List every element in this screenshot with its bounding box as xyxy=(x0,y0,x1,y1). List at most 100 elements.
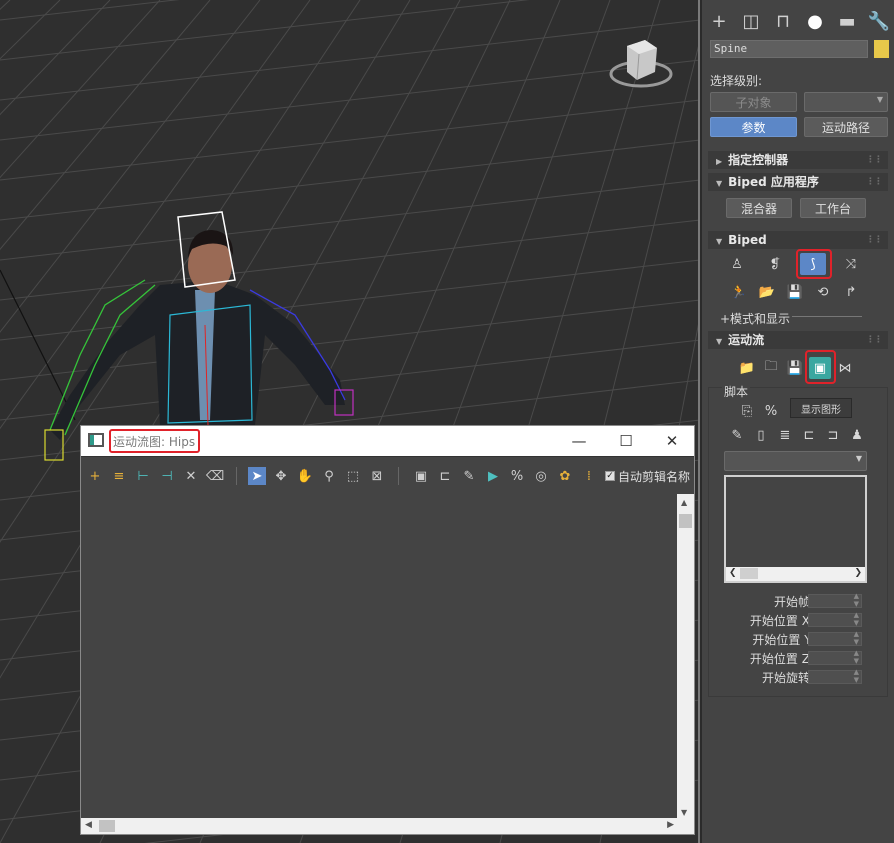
start-frame-spinner[interactable]: ▲ ▼ xyxy=(808,592,862,608)
mixer-button[interactable]: 混合器 xyxy=(726,198,792,218)
script-dropdown[interactable]: ▼ xyxy=(724,451,867,471)
grip-icon: ⋮⋮ xyxy=(866,335,883,345)
pan-hand-icon[interactable]: ✋ xyxy=(296,467,314,485)
define-script-icon[interactable]: ⎘ xyxy=(736,400,758,422)
display-icon[interactable]: ▬ xyxy=(832,4,862,38)
pen-icon[interactable]: ✎ xyxy=(726,424,748,446)
modes-display-toggle[interactable]: +模式和显示 xyxy=(720,310,790,327)
highlight-motion-flow-mode xyxy=(796,249,832,279)
scroll-right-icon[interactable]: ▶ xyxy=(667,820,674,830)
motion-flow-window[interactable]: 运动流图: Hips — ☐ ✕ + ≡ ⊢ ⊣ ✕ ⌫ ➤ ✥ ✋ ⚲ ⬚ ⊠… xyxy=(80,425,695,835)
vertical-scroll-thumb[interactable] xyxy=(679,514,692,528)
motion-icon[interactable]: ● xyxy=(800,4,830,38)
list-icon[interactable]: ≣ xyxy=(774,424,796,446)
collapse-arrow-icon: ▼ xyxy=(716,337,723,346)
select-icon[interactable]: ➤ xyxy=(248,467,266,485)
scroll-up-icon[interactable]: ▲ xyxy=(681,498,687,507)
delete-clip-icon[interactable]: ✕ xyxy=(182,467,200,485)
zoom-icon[interactable]: ⚲ xyxy=(320,467,338,485)
edit-script-icon[interactable]: ✎ xyxy=(460,467,478,485)
save-icon[interactable]: ▣ xyxy=(412,467,430,485)
zoom-region-icon[interactable]: ⬚ xyxy=(344,467,362,485)
start-frame-label: 开始帧: xyxy=(773,595,814,609)
scroll-right-icon[interactable]: ❯ xyxy=(854,568,862,578)
load-file-icon[interactable]: 📁 xyxy=(736,357,758,379)
viewcube[interactable] xyxy=(605,36,677,96)
listbox-scroll-thumb[interactable] xyxy=(740,568,758,579)
horizontal-scroll-thumb[interactable] xyxy=(99,820,115,832)
document-icon[interactable]: ▯ xyxy=(750,424,772,446)
horizontal-scrollbar[interactable]: ◀ ▶ xyxy=(81,818,694,834)
start-pos-x-label: 开始位置 X: xyxy=(749,614,814,628)
trajectories-button[interactable]: 运动路径 xyxy=(804,117,888,137)
collapse-arrow-icon: ▼ xyxy=(716,179,723,188)
move-icon[interactable]: ✥ xyxy=(272,467,290,485)
selection-level-label: 选择级别: xyxy=(710,74,763,88)
show-scale-icon[interactable]: ⁞ xyxy=(580,467,598,485)
convert-icon[interactable]: ⟲ xyxy=(810,281,836,303)
divider xyxy=(792,316,862,317)
start-pos-y-spinner[interactable]: ▲ ▼ xyxy=(808,630,862,646)
percent-icon[interactable]: % xyxy=(508,467,526,485)
perspective-viewport[interactable]: 运动流图: Hips — ☐ ✕ + ≡ ⊢ ⊣ ✕ ⌫ ➤ ✥ ✋ ⚲ ⬚ ⊠… xyxy=(0,0,700,843)
edit-transition-icon[interactable]: ⊐ xyxy=(822,424,844,446)
rollout-assign-controller[interactable]: ▶ 指定控制器 ⋮⋮ xyxy=(708,151,888,169)
move-all-mode-icon[interactable]: ↱ xyxy=(838,281,864,303)
rollout-title: 运动流 xyxy=(728,333,765,347)
sub-object-button[interactable]: 子对象 xyxy=(710,92,797,112)
scroll-down-icon[interactable]: ▼ xyxy=(681,808,687,817)
scroll-left-icon[interactable]: ◀ xyxy=(85,820,92,830)
modify-icon[interactable]: ◫ xyxy=(736,4,766,38)
vertical-scrollbar[interactable]: ▲ ▼ xyxy=(677,494,694,820)
append-file-icon[interactable]: 🗀 xyxy=(760,357,782,379)
figure-mode-icon[interactable]: ♙ xyxy=(724,253,750,275)
sub-object-dropdown[interactable]: ▼ xyxy=(804,92,888,112)
save-file-icon[interactable]: 💾 xyxy=(784,357,806,379)
create-multiple-clips-icon[interactable]: ≡ xyxy=(110,467,128,485)
start-pos-x-spinner[interactable]: ▲ ▼ xyxy=(808,611,862,627)
rollout-biped-apps[interactable]: ▼ Biped 应用程序 ⋮⋮ xyxy=(708,173,888,191)
select-random-icon[interactable]: ▶ xyxy=(484,467,502,485)
create-icon[interactable]: + xyxy=(704,4,734,38)
load-file-icon[interactable]: 📂 xyxy=(754,281,780,303)
create-transition-icon[interactable]: ⊢ xyxy=(134,467,152,485)
auto-clip-name-checkbox[interactable]: ✓ xyxy=(605,471,615,481)
command-panel: + ◫ ⊓ ● ▬ 🔧 Spine 选择级别: 子对象 ▼ 参数 运动路径 ▶ 指… xyxy=(702,0,894,843)
workbench-button[interactable]: 工作台 xyxy=(800,198,866,218)
object-name-field[interactable]: Spine xyxy=(710,40,868,58)
auto-clip-name-label: 自动剪辑名称 xyxy=(618,470,691,484)
mixer-mode-icon[interactable]: ⤨ xyxy=(838,253,864,275)
rollout-biped[interactable]: ▼ Biped ⋮⋮ xyxy=(708,231,888,249)
shared-flow-icon[interactable]: ⊏ xyxy=(436,467,454,485)
biped-icon[interactable]: ♟ xyxy=(846,424,868,446)
create-multiple-transitions-icon[interactable]: ⊣ xyxy=(158,467,176,485)
start-pos-z-spinner[interactable]: ▲ ▼ xyxy=(808,649,862,665)
object-color-swatch[interactable] xyxy=(874,40,889,58)
listbox-hscroll[interactable]: ❮ ❯ xyxy=(726,567,865,581)
auto-clip-name-option[interactable]: ✓ 自动剪辑名称 xyxy=(605,467,695,485)
create-clip-icon[interactable]: + xyxy=(86,467,104,485)
rollout-title: Biped xyxy=(728,233,767,247)
save-file-icon[interactable]: 💾 xyxy=(782,281,808,303)
biped-playback-icon[interactable]: 🏃 xyxy=(726,281,752,303)
parameters-button[interactable]: 参数 xyxy=(710,117,797,137)
transition-icon[interactable]: ⊏ xyxy=(798,424,820,446)
percent-icon[interactable]: % xyxy=(760,400,782,422)
optimize-icon[interactable]: ◎ xyxy=(532,467,550,485)
close-button[interactable]: ✕ xyxy=(649,426,695,456)
script-listbox[interactable]: ❮ ❯ xyxy=(724,475,867,583)
delete-transition-icon[interactable]: ⌫ xyxy=(206,467,224,485)
maximize-button[interactable]: ☐ xyxy=(603,426,649,456)
shared-motion-flow-icon[interactable]: ⋈ xyxy=(834,357,856,379)
footstep-mode-icon[interactable]: ❡ xyxy=(762,253,788,275)
start-rotation-spinner[interactable]: ▲ ▼ xyxy=(808,668,862,684)
hierarchy-icon[interactable]: ⊓ xyxy=(768,4,798,38)
scroll-left-icon[interactable]: ❮ xyxy=(729,568,737,578)
zoom-extents-icon[interactable]: ⊠ xyxy=(368,467,386,485)
rollout-motion-flow[interactable]: ▼ 运动流 ⋮⋮ xyxy=(708,331,888,349)
motion-flow-canvas[interactable] xyxy=(81,494,678,820)
motion-flow-titlebar[interactable]: 运动流图: Hips — ☐ ✕ xyxy=(81,426,694,456)
unify-motion-icon[interactable]: ✿ xyxy=(556,467,574,485)
utilities-icon[interactable]: 🔧 xyxy=(864,4,894,38)
minimize-button[interactable]: — xyxy=(556,426,602,456)
